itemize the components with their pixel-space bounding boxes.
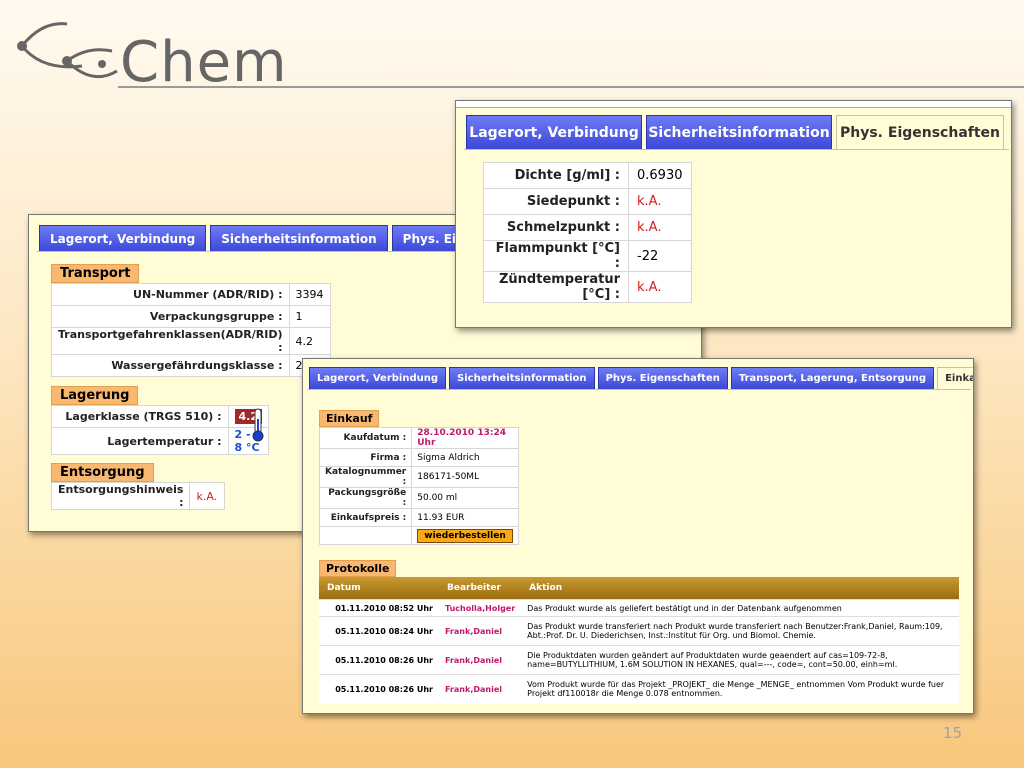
table-row: Entsorgungshinweis : k.A. [50, 482, 226, 510]
table-row: 05.11.2010 08:26 Uhr Frank,Daniel Die Pr… [319, 645, 959, 675]
table-row: Siedepunkt : k.A. [483, 188, 692, 215]
window-einkauf-protokolle: Lagerort, Verbindung Sicherheitsinformat… [302, 358, 974, 714]
table-row: Verpackungsgruppe :1 [51, 305, 331, 328]
column-header-datum[interactable]: Datum [319, 577, 439, 600]
tab-lagerort-verbindung[interactable]: Lagerort, Verbindung [309, 367, 447, 389]
tab-transport-lagerung-entsorgung[interactable]: Transport, Lagerung, Entsorgung [730, 367, 935, 389]
table-row: Packungsgröße :50.00 ml [318, 487, 519, 509]
tab-phys-eigenschaften[interactable]: Phys. Eigenschaften [597, 367, 728, 389]
tab-underline [464, 149, 1009, 150]
table-row: Lagertemperatur : 2 - 8 °C [51, 427, 269, 455]
protokolle-table: Datum Bearbeiter Aktion 01.11.2010 08:52… [319, 577, 959, 704]
reorder-button[interactable]: wiederbestellen [417, 528, 513, 543]
section-header-transport: Transport [51, 264, 140, 283]
table-row: 05.11.2010 08:26 Uhr Frank,Daniel Vom Pr… [319, 674, 959, 704]
tab-underline [307, 389, 971, 390]
table-row: Lagerklasse (TRGS 510) : 4.2 [51, 405, 269, 428]
table-row: wiederbestellen [318, 526, 519, 545]
section-header-protokolle: Protokolle [319, 560, 397, 577]
tab-sicherheitsinformation[interactable]: Sicherheitsinformation [449, 367, 595, 389]
table-row: Transportgefahrenklassen(ADR/RID) :4.2 [51, 327, 331, 355]
column-header-aktion[interactable]: Aktion [521, 577, 959, 600]
table-header-row: Datum Bearbeiter Aktion [319, 577, 959, 600]
transport-table: UN-Nummer (ADR/RID) :3394 Verpackungsgru… [51, 283, 331, 377]
entsorgung-table: Entsorgungshinweis : k.A. [50, 482, 226, 510]
table-row: Zündtemperatur [°C] : k.A. [483, 271, 692, 303]
section-header-entsorgung: Entsorgung [51, 463, 154, 482]
table-row: Flammpunkt [°C] : -22 [483, 240, 692, 272]
table-row: 01.11.2010 08:52 Uhr Tucholla,Holger Das… [319, 599, 959, 617]
tab-einkauf-protokolle[interactable]: Einkauf, Protokolle [937, 367, 973, 389]
tab-phys-eigenschaften[interactable]: Phys. Eigenschaften [836, 115, 1004, 149]
lagerung-table: Lagerklasse (TRGS 510) : 4.2 Lagertemper… [51, 405, 269, 455]
logo-underline [118, 86, 1024, 88]
tab-bar: Lagerort, Verbindung Sicherheitsinformat… [309, 367, 973, 389]
tab-bar: Lagerort, Verbindung Sicherheitsinformat… [466, 115, 1004, 149]
tab-sicherheitsinformation[interactable]: Sicherheitsinformation [210, 225, 388, 251]
section-header-lagerung: Lagerung [51, 386, 139, 405]
table-row: Katalognummer :186171-50ML [318, 466, 519, 488]
table-row: Einkaufspreis :11.93 EUR [318, 508, 519, 527]
table-row: Kaufdatum :28.10.2010 13:24 Uhr [318, 427, 519, 449]
column-header-bearbeiter[interactable]: Bearbeiter [439, 577, 522, 600]
table-row: 05.11.2010 08:24 Uhr Frank,Daniel Das Pr… [319, 616, 959, 646]
tab-lagerort-verbindung[interactable]: Lagerort, Verbindung [39, 225, 207, 251]
table-row: Dichte [g/ml] :0.6930 [483, 162, 692, 189]
einkauf-table: Kaufdatum :28.10.2010 13:24 Uhr Firma :S… [318, 427, 519, 545]
tab-sicherheitsinformation[interactable]: Sicherheitsinformation [646, 115, 832, 149]
table-row: Wassergefährdungsklasse :2 [51, 354, 331, 377]
table-row: UN-Nummer (ADR/RID) :3394 [51, 283, 331, 306]
table-row: Schmelzpunkt : k.A. [483, 214, 692, 241]
table-row: Firma : Sigma Aldrich [318, 448, 519, 467]
window-top-strip [456, 101, 1011, 108]
phys-table: Dichte [g/ml] :0.6930 Siedepunkt : k.A. S… [483, 162, 692, 303]
thermometer-icon [252, 408, 264, 442]
section-header-einkauf: Einkauf [319, 410, 380, 427]
slide-number: 15 [942, 724, 962, 742]
tab-lagerort-verbindung[interactable]: Lagerort, Verbindung [466, 115, 642, 149]
window-phys-eigenschaften: Lagerort, Verbindung Sicherheitsinformat… [455, 100, 1012, 328]
